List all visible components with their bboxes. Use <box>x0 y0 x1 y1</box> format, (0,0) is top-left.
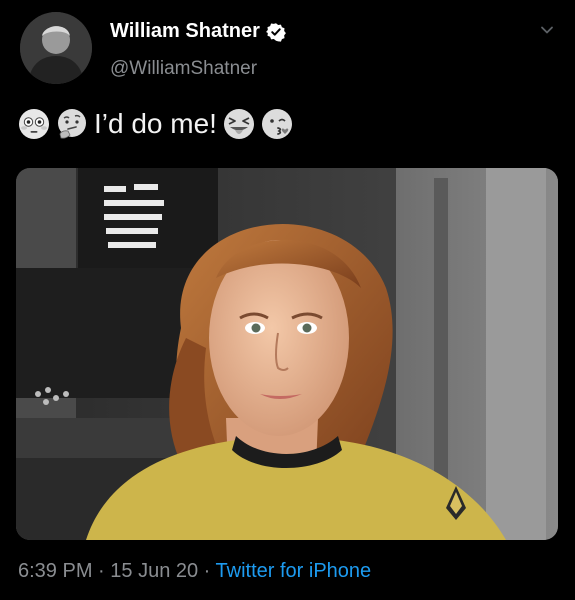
squinting-tongue-face-emoji-icon <box>223 109 254 139</box>
tweet: William Shatner @WilliamShatner I’d do m… <box>0 0 575 600</box>
meta-separator: · <box>198 560 216 582</box>
chevron-down-icon[interactable] <box>539 22 555 38</box>
author-handle[interactable]: @WilliamShatner <box>110 58 257 80</box>
thinking-face-emoji-icon <box>58 109 86 139</box>
tweet-text-row: I’d do me! <box>18 108 293 140</box>
kissing-wink-face-emoji-icon <box>261 109 292 139</box>
meta-separator: · <box>92 560 111 582</box>
author-name-row[interactable]: William Shatner <box>110 20 286 43</box>
author-display-name[interactable]: William Shatner <box>110 20 260 43</box>
tweet-photo <box>16 168 558 540</box>
tweet-meta: 6:39 PM · 15 Jun 20 · Twitter for iPhone <box>18 560 371 583</box>
tweet-text: I’d do me! <box>94 108 217 139</box>
tweet-date[interactable]: 15 Jun 20 <box>110 560 198 582</box>
flushed-face-emoji-icon <box>19 109 49 139</box>
tweet-media[interactable] <box>16 168 558 540</box>
avatar-image <box>20 12 92 84</box>
tweet-time[interactable]: 6:39 PM <box>18 560 92 582</box>
avatar[interactable] <box>20 12 92 84</box>
verified-badge-icon <box>265 22 286 42</box>
tweet-source-link[interactable]: Twitter for iPhone <box>216 560 372 582</box>
